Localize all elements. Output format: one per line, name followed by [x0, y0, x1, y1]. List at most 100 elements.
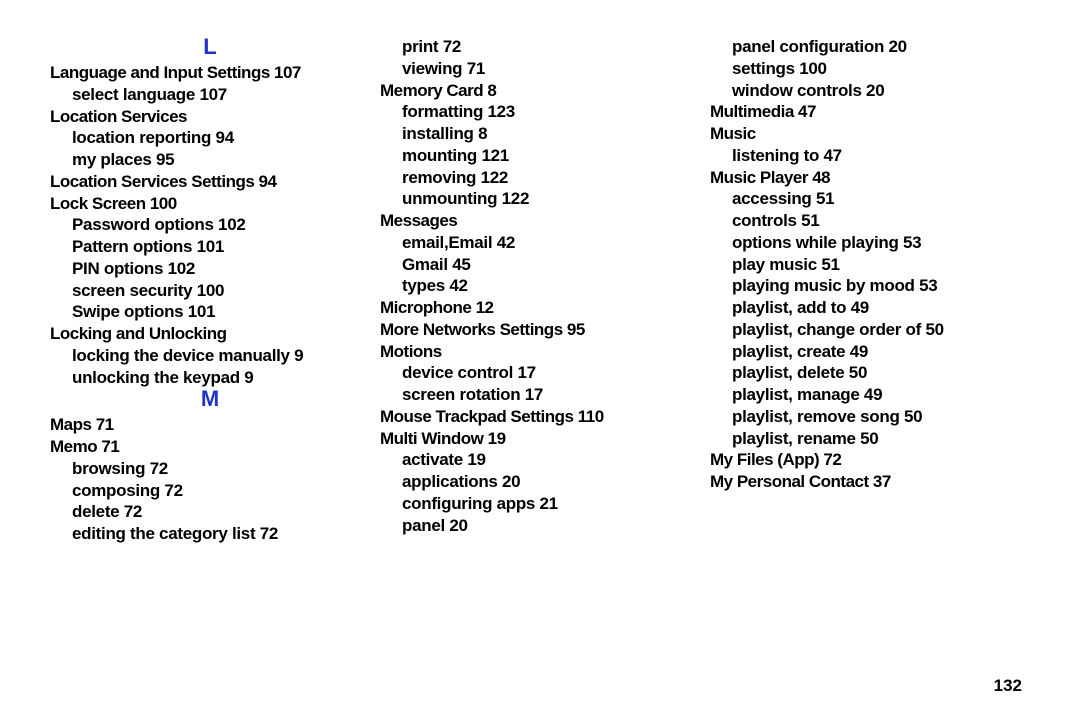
- index-page-ref: 72: [164, 481, 182, 500]
- index-subentry-term: Gmail: [402, 255, 448, 274]
- index-topic-term: My Personal Contact: [710, 472, 869, 491]
- index-page-ref: 47: [824, 146, 842, 165]
- index-subentry-term: activate: [402, 450, 463, 469]
- index-subentry: applications 20: [380, 471, 700, 493]
- index-topic-term: My Files (App): [710, 450, 819, 469]
- index-topic-term: More Networks Settings: [380, 320, 563, 339]
- index-subentry: playlist, change order of 50: [710, 319, 1030, 341]
- index-page-ref: 17: [525, 385, 543, 404]
- index-page-ref: 95: [156, 150, 174, 169]
- index-subentry-term: my places: [72, 150, 152, 169]
- index-subentry: removing 122: [380, 167, 700, 189]
- index-topic-term: Microphone: [380, 298, 471, 317]
- index-page-ref: 71: [467, 59, 485, 78]
- index-topic-term: Multimedia: [710, 102, 794, 121]
- index-subentry-term: locking the device manually: [72, 346, 290, 365]
- index-page-ref: 53: [919, 276, 937, 295]
- index-subentry: my places 95: [50, 149, 370, 171]
- index-subentry: locking the device manually 9: [50, 345, 370, 367]
- index-subentry-term: screen security: [72, 281, 192, 300]
- index-subentry: print 72: [380, 36, 700, 58]
- index-page-ref: 20: [866, 81, 884, 100]
- index-page-ref: 21: [540, 494, 558, 513]
- index-subentry-term: playlist, change order of: [732, 320, 921, 339]
- index-subentry-term: Pattern options: [72, 237, 192, 256]
- index-subentry: composing 72: [50, 480, 370, 502]
- index-subentry-term: formatting: [402, 102, 483, 121]
- index-page-ref: 12: [476, 298, 494, 317]
- index-subentry: Pattern options 101: [50, 236, 370, 258]
- index-topic: Motions: [380, 341, 700, 363]
- index-page-ref: 72: [124, 502, 142, 521]
- index-page-ref: 49: [851, 298, 869, 317]
- index-page: LLanguage and Input Settings 107select l…: [0, 0, 1080, 720]
- index-subentry-term: screen rotation: [402, 385, 520, 404]
- index-topic: My Files (App) 72: [710, 449, 1030, 471]
- index-page-ref: 107: [200, 85, 227, 104]
- index-subentry-term: configuring apps: [402, 494, 535, 513]
- index-topic: Lock Screen 100: [50, 193, 370, 215]
- index-topic-term: Lock Screen: [50, 194, 146, 213]
- index-subentry-term: unlocking the keypad: [72, 368, 240, 387]
- index-topic: Messages: [380, 210, 700, 232]
- index-page-ref: 72: [823, 450, 841, 469]
- index-subentry: playlist, remove song 50: [710, 406, 1030, 428]
- index-page-ref: 101: [188, 302, 215, 321]
- index-subentry-term: playlist, create: [732, 342, 845, 361]
- index-subentry-term: composing: [72, 481, 160, 500]
- index-page-ref: 122: [481, 168, 508, 187]
- index-subentry-term: window controls: [732, 81, 862, 100]
- index-page-ref: 121: [481, 146, 508, 165]
- index-topic: Multi Window 19: [380, 428, 700, 450]
- index-page-ref: 72: [150, 459, 168, 478]
- index-page-ref: 8: [487, 81, 496, 100]
- index-topic-term: Location Services Settings: [50, 172, 254, 191]
- index-topic-term: Music: [710, 124, 756, 143]
- index-page-ref: 20: [888, 37, 906, 56]
- index-page-ref: 71: [101, 437, 119, 456]
- index-topic: Music Player 48: [710, 167, 1030, 189]
- index-page-ref: 51: [801, 211, 819, 230]
- index-topic: Multimedia 47: [710, 101, 1030, 123]
- index-topic-term: Multi Window: [380, 429, 483, 448]
- index-topic-term: Maps: [50, 415, 91, 434]
- index-topic: More Networks Settings 95: [380, 319, 700, 341]
- index-subentry: unlocking the keypad 9: [50, 367, 370, 389]
- index-subentry: playlist, rename 50: [710, 428, 1030, 450]
- index-topic-term: Messages: [380, 211, 457, 230]
- index-subentry: listening to 47: [710, 145, 1030, 167]
- index-subentry-term: playlist, manage: [732, 385, 859, 404]
- index-page-ref: 94: [259, 172, 277, 191]
- index-subentry-term: Password options: [72, 215, 214, 234]
- index-topic: My Personal Contact 37: [710, 471, 1030, 493]
- index-subentry-term: PIN options: [72, 259, 163, 278]
- index-subentry-term: types: [402, 276, 445, 295]
- index-subentry-term: panel configuration: [732, 37, 884, 56]
- index-page-ref: 51: [821, 255, 839, 274]
- index-subentry-term: browsing: [72, 459, 145, 478]
- index-subentry: mounting 121: [380, 145, 700, 167]
- index-subentry-term: Swipe options: [72, 302, 183, 321]
- index-subentry: options while playing 53: [710, 232, 1030, 254]
- index-topic-term: Location Services: [50, 107, 187, 126]
- index-subentry-term: playlist, add to: [732, 298, 846, 317]
- index-page-ref: 42: [497, 233, 515, 252]
- index-subentry-term: playlist, remove song: [732, 407, 900, 426]
- index-subentry: Password options 102: [50, 214, 370, 236]
- index-topic-term: Mouse Trackpad Settings: [380, 407, 574, 426]
- index-subentry: screen security 100: [50, 280, 370, 302]
- index-subentry-term: listening to: [732, 146, 819, 165]
- index-subentry: formatting 123: [380, 101, 700, 123]
- index-subentry-term: select language: [72, 85, 195, 104]
- index-page-ref: 53: [903, 233, 921, 252]
- index-subentry-term: applications: [402, 472, 498, 491]
- index-subentry: installing 8: [380, 123, 700, 145]
- index-subentry: settings 100: [710, 58, 1030, 80]
- index-page-ref: 19: [488, 429, 506, 448]
- index-topic-term: Language and Input Settings: [50, 63, 270, 82]
- index-subentry: Gmail 45: [380, 254, 700, 276]
- index-subentry: play music 51: [710, 254, 1030, 276]
- index-page-ref: 50: [860, 429, 878, 448]
- index-subentry-term: accessing: [732, 189, 812, 208]
- index-topic: Maps 71: [50, 414, 370, 436]
